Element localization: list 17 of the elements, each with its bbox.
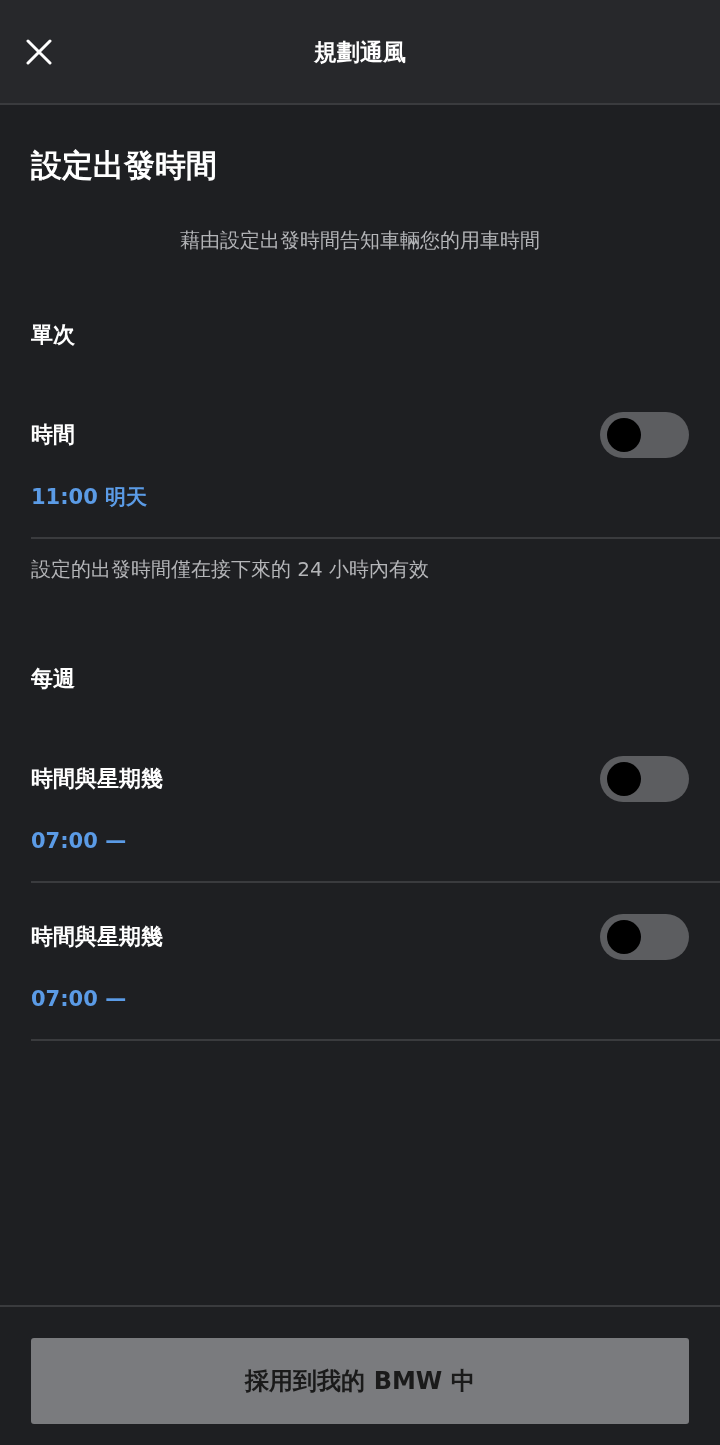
apply-button[interactable]: 採用到我的 BMW 中 [31, 1338, 689, 1424]
screen-title: 規劃通風 [314, 37, 406, 67]
setting-label: 時間 [31, 421, 75, 449]
time-link[interactable]: 07:00 — [31, 826, 127, 856]
close-icon [26, 38, 52, 65]
time-link[interactable]: 07:00 — [31, 984, 127, 1014]
setting-label: 時間與星期幾 [31, 765, 163, 793]
toggle-switch[interactable] [600, 756, 689, 802]
section-title: 每週 [31, 665, 76, 693]
toggle-switch[interactable] [600, 412, 689, 458]
note-text: 設定的出發時間僅在接下來的 24 小時內有效 [31, 556, 431, 583]
page-heading: 設定出發時間 [31, 146, 218, 185]
time-link[interactable]: 11:00 明天 [31, 482, 148, 512]
section-title: 單次 [31, 321, 76, 349]
toggle-switch[interactable] [600, 914, 689, 960]
description-text: 藉由設定出發時間告知車輛您的用車時間 [179, 227, 541, 254]
setting-label: 時間與星期幾 [31, 923, 163, 951]
